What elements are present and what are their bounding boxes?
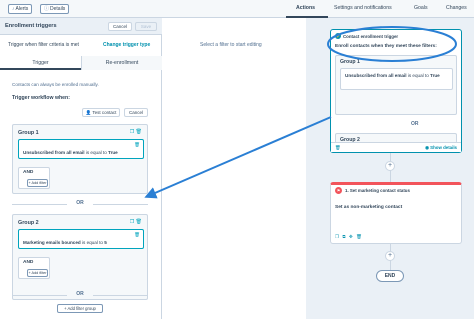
- trash-icon[interactable]: 🗑: [356, 234, 363, 239]
- add-filter-button[interactable]: + Add filter: [27, 179, 48, 187]
- add-action-button[interactable]: +: [385, 251, 395, 261]
- show-details-label: Show details: [430, 145, 457, 150]
- trash-icon[interactable]: 🗑: [335, 145, 341, 151]
- trigger-node-title: Contact enrollment trigger: [343, 34, 399, 39]
- trigger-node-footer: 🗑 ◉ Show details: [331, 142, 461, 152]
- filter-value: True: [430, 73, 440, 78]
- add-filter-button[interactable]: + Add filter: [27, 269, 48, 277]
- filter-card-actions: 🗑: [134, 232, 140, 238]
- filter-group-2: Group 2 ❐ 🗑 🗑 Marketing emails bounced i…: [12, 214, 148, 300]
- group-actions: ❐ 🗑: [130, 129, 142, 135]
- enrollment-trigger-node[interactable]: ⚡ Contact enrollment trigger Enroll cont…: [330, 29, 462, 153]
- filter-property: Unsubscribed from all email: [345, 73, 407, 78]
- and-label: AND: [23, 170, 34, 175]
- workflow-canvas: ⚡ Contact enrollment trigger Enroll cont…: [306, 18, 474, 319]
- panel-title: Enrollment triggers: [5, 23, 57, 29]
- trigger-node-subtitle: Enroll contacts when they meet these fil…: [335, 44, 437, 49]
- tab-trigger[interactable]: Trigger: [0, 56, 81, 70]
- trash-icon[interactable]: 🗑: [134, 232, 140, 237]
- filter-card[interactable]: 🗑 Unsubscribed from all email is equal t…: [18, 139, 144, 159]
- filter-text: Marketing emails bounced is equal to 5: [23, 240, 107, 245]
- show-details-link[interactable]: ◉ Show details: [425, 145, 457, 151]
- group-actions: ❐ 🗑: [130, 219, 142, 225]
- details-button[interactable]: ⓘDetails: [40, 4, 70, 14]
- filter-text: Unsubscribed from all email is equal to …: [23, 150, 118, 155]
- and-block: AND + Add filter: [18, 167, 50, 189]
- contact-status-icon: ⚑: [335, 187, 342, 194]
- action-node[interactable]: ⚑ 1. Set marketing contact status Set as…: [330, 182, 462, 244]
- top-bar: ♪Alerts ⓘDetails Actions Settings and no…: [0, 0, 474, 18]
- add-filter-group-button[interactable]: + Add filter group: [57, 304, 103, 313]
- filter-value: 5: [104, 240, 107, 245]
- tab-reenrollment[interactable]: Re-enrollment: [81, 56, 162, 70]
- test-contact-button[interactable]: 👤 Test contact: [82, 108, 120, 117]
- action-node-title: 1. Set marketing contact status: [345, 188, 410, 193]
- panel-header: Enrollment triggers Cancel Save: [0, 18, 162, 35]
- trigger-when-heading: Trigger workflow when:: [12, 95, 70, 101]
- filter-operator: is equal to: [406, 73, 431, 78]
- enrollment-panel: Enrollment triggers Cancel Save Trigger …: [0, 18, 162, 319]
- and-block: AND + Add filter: [18, 257, 50, 279]
- tab-actions[interactable]: Actions: [296, 5, 315, 11]
- filter-property: Marketing emails bounced: [23, 240, 81, 245]
- trigger-group-1: Group 1 Unsubscribed from all email is e…: [335, 55, 457, 115]
- trash-icon[interactable]: 🗑: [136, 219, 142, 225]
- alerts-button[interactable]: ♪Alerts: [8, 4, 33, 14]
- group-title: Group 1: [18, 130, 39, 136]
- trigger-icon: ⚡: [335, 33, 341, 39]
- tab-settings[interactable]: Settings and notifications: [334, 5, 392, 11]
- clone-icon[interactable]: ⧉: [342, 234, 346, 239]
- filter-card[interactable]: 🗑 Marketing emails bounced is equal to 5: [18, 229, 144, 249]
- copy-icon[interactable]: ❐: [335, 234, 340, 239]
- group-title: Group 2: [18, 220, 39, 226]
- or-separator: OR: [12, 291, 148, 299]
- trigger-subtabs: Trigger Re-enrollment: [0, 56, 162, 70]
- add-action-button[interactable]: +: [385, 161, 395, 171]
- tab-changes[interactable]: Changes: [446, 5, 467, 11]
- action-node-body: Set as non-marketing contact: [335, 205, 403, 210]
- trigger-group-title: Group 1: [340, 59, 360, 65]
- trigger-type-label: Trigger when filter criteria is met: [8, 42, 79, 48]
- end-node: END: [376, 270, 404, 282]
- filter-property: Unsubscribed from all email: [23, 150, 85, 155]
- filter-value: True: [108, 150, 118, 155]
- cancel-button[interactable]: Cancel: [108, 22, 132, 31]
- editor-hint: Select a filter to start editing: [200, 42, 262, 48]
- trigger-type-row: Trigger when filter criteria is met Chan…: [0, 39, 162, 51]
- copy-icon[interactable]: ❐: [130, 219, 134, 225]
- and-label: AND: [23, 260, 34, 265]
- action-node-toolbar: ❐ ⧉ ✥ 🗑: [335, 234, 363, 240]
- alerts-label: Alerts: [15, 6, 29, 12]
- test-contact-label: Test contact: [92, 110, 117, 115]
- copy-icon[interactable]: ❐: [130, 129, 134, 135]
- or-separator: OR: [12, 200, 148, 208]
- change-trigger-link[interactable]: Change trigger type: [103, 42, 150, 48]
- bell-icon: ♪: [12, 6, 15, 12]
- info-icon: ⓘ: [44, 6, 50, 12]
- trigger-group-filter: Unsubscribed from all email is equal to …: [340, 68, 453, 90]
- trash-icon[interactable]: 🗑: [136, 129, 142, 135]
- filter-card-actions: 🗑: [134, 142, 140, 148]
- filter-operator: is equal to: [80, 240, 105, 245]
- filter-group-1: Group 1 ❐ 🗑 🗑 Unsubscribed from all emai…: [12, 124, 148, 194]
- enrollment-description: Contacts can always be enrolled manually…: [12, 82, 99, 87]
- editor-area: Select a filter to start editing: [163, 18, 305, 319]
- cancel-test-button[interactable]: Cancel: [124, 108, 148, 117]
- filter-operator: is equal to: [84, 150, 109, 155]
- tab-goals[interactable]: Goals: [414, 5, 428, 11]
- save-button[interactable]: Save: [135, 22, 157, 31]
- move-icon[interactable]: ✥: [349, 234, 354, 239]
- trigger-or-label: OR: [411, 121, 419, 127]
- trash-icon[interactable]: 🗑: [134, 142, 140, 147]
- details-label: Details: [50, 6, 66, 12]
